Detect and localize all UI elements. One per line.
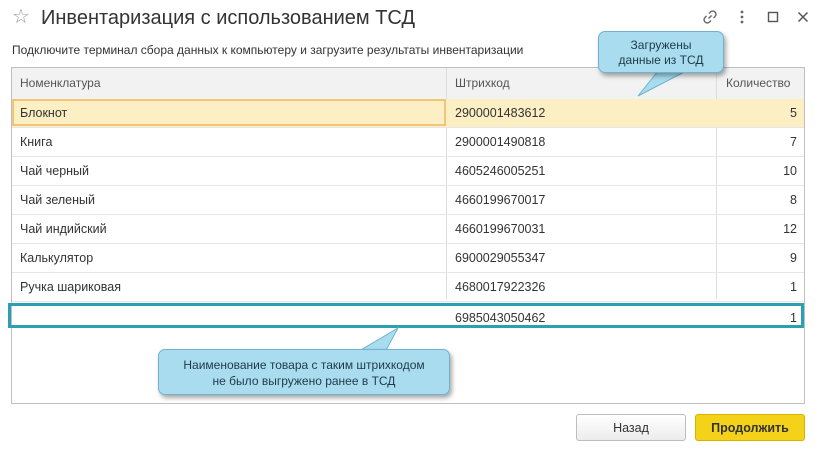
table-row[interactable]: Чай черный 4605246005251 10	[12, 157, 804, 186]
cell-barcode: 6900029055347	[455, 251, 546, 265]
table-row[interactable]: Чай зеленый 4660199670017 8	[12, 186, 804, 215]
cell-name: Книга	[20, 135, 53, 149]
close-icon[interactable]	[795, 9, 811, 25]
cell-name: Калькулятор	[20, 251, 94, 265]
continue-button[interactable]: Продолжить	[695, 414, 805, 441]
cell-qty: 10	[783, 164, 797, 178]
cell-name: Чай индийский	[20, 222, 107, 236]
more-icon[interactable]	[734, 9, 750, 25]
table-row[interactable]: Чай индийский 4660199670031 12	[12, 215, 804, 244]
cell-qty: 8	[790, 193, 797, 207]
table-row[interactable]: Блокнот 2900001483612 5	[12, 99, 804, 128]
cell-name: Чай черный	[20, 164, 90, 178]
callout-text: не было выгружено ранее в ТСД	[212, 374, 396, 388]
back-button[interactable]: Назад	[576, 414, 686, 441]
cell-name: Блокнот	[20, 106, 68, 120]
cell-qty: 5	[790, 106, 797, 120]
table-row[interactable]: Книга 2900001490818 7	[12, 128, 804, 157]
cell-barcode: 2900001490818	[455, 135, 546, 149]
cell-barcode: 4660199670031	[455, 222, 546, 236]
cell-qty: 9	[790, 251, 797, 265]
cell-qty: 12	[783, 222, 797, 236]
instruction-text: Подключите терминал сбора данных к компь…	[12, 43, 524, 57]
cell-qty: 1	[790, 280, 797, 294]
callout-text: данные из ТСД	[618, 53, 704, 67]
star-icon[interactable]: ☆	[12, 7, 30, 27]
callout-text: Загружены	[630, 38, 692, 52]
table-row[interactable]: Калькулятор 6900029055347 9	[12, 244, 804, 273]
table-row[interactable]: Ручка шариковая 4680017922326 1	[12, 273, 804, 302]
cell-name: Чай зеленый	[20, 193, 95, 207]
maximize-icon[interactable]	[765, 9, 781, 25]
unknown-item-highlight	[8, 303, 804, 328]
column-header-name[interactable]: Номенклатура	[20, 68, 101, 99]
cell-barcode: 4605246005251	[455, 164, 546, 178]
unknown-item-callout: Наименование товара с таким штрихкодом н…	[158, 349, 450, 395]
cell-barcode: 4680017922326	[455, 280, 546, 294]
cell-barcode: 4660199670017	[455, 193, 546, 207]
cell-barcode: 2900001483612	[455, 106, 546, 120]
link-icon[interactable]	[702, 9, 718, 25]
cell-name: Ручка шариковая	[20, 280, 121, 294]
column-header-barcode[interactable]: Штрихкод	[455, 68, 510, 99]
window-title: Инвентаризация с использованием ТСД	[41, 7, 415, 29]
cell-qty: 7	[790, 135, 797, 149]
callout-text: Наименование товара с таким штрихкодом	[183, 358, 425, 372]
loaded-data-callout: Загружены данные из ТСД	[598, 31, 724, 73]
